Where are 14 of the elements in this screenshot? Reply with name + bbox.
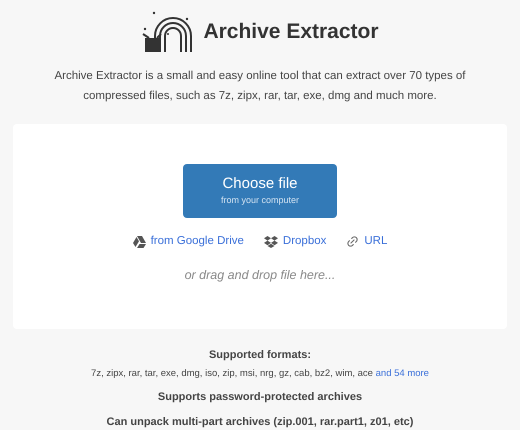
- feature-text: Can unpack multi-part archives (zip.001, rar.part1, z01, etc): [106, 414, 414, 430]
- source-link[interactable]: URL: [346, 233, 388, 250]
- box-icon: [264, 236, 278, 248]
- choose-file-button[interactable]: Choose file from your computer: [183, 164, 337, 218]
- triangle-icon: [132, 236, 146, 248]
- drop-hint: or drag and drop file here...: [184, 267, 336, 284]
- formats-list: 7z, zipx, rar, tar, exe, dmg, iso, zip, msi, nrg, gz, cab, bz2, wim, ace and 54 more: [91, 366, 429, 381]
- app-title: Archive Extractor: [203, 19, 379, 46]
- more-formats-link[interactable]: and 54 more: [376, 368, 429, 379]
- source-link[interactable]: from Google Drive: [132, 233, 244, 250]
- feature-text: Supports password-protected archives: [158, 390, 362, 405]
- intro-text: Archive Extractor is a small and easy online tool that can extract over 70 types of compressed files, such as 7z, zipx, rar, tar, exe, dmg and much more.: [53, 69, 466, 104]
- formats-heading: Supported formats:: [208, 348, 312, 364]
- source-link[interactable]: Dropbox: [264, 233, 326, 250]
